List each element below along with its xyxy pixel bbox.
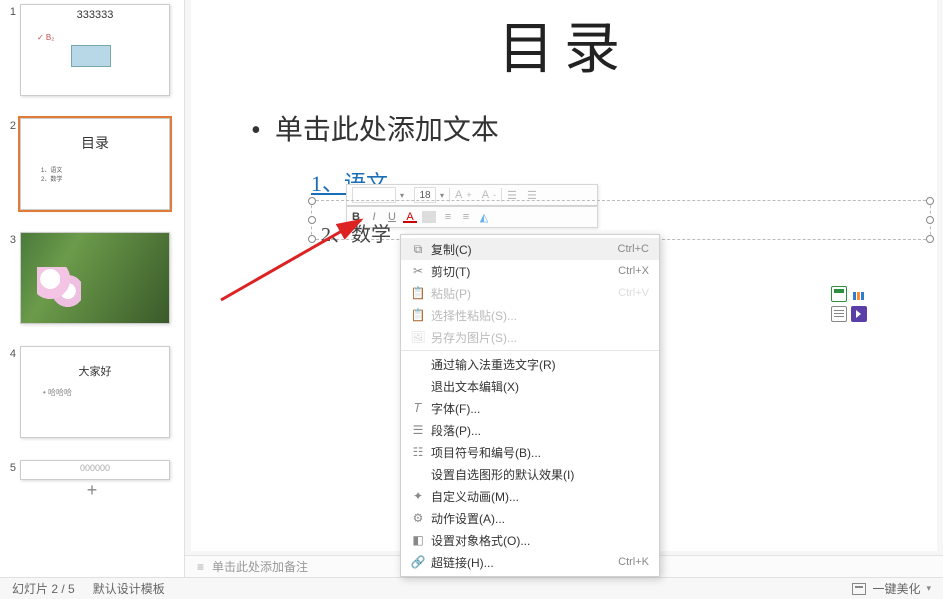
menu-item-label: 设置对象格式(O)...: [427, 532, 649, 549]
menu-item-icon: ⧉: [409, 242, 427, 257]
menu-item-label: 项目符号和编号(B)...: [427, 444, 649, 461]
menu-item-label: 通过输入法重选文字(R): [427, 356, 649, 373]
thumb-title: 000000: [21, 463, 169, 473]
context-menu-item[interactable]: ☷项目符号和编号(B)...: [401, 441, 659, 463]
context-menu-item[interactable]: 退出文本编辑(X): [401, 375, 659, 397]
thumb-sub: • 哈哈哈: [43, 387, 72, 398]
menu-item-label: 另存为图片(S)...: [427, 329, 649, 346]
resize-handle[interactable]: [926, 235, 934, 243]
context-menu-item[interactable]: ✂剪切(T)Ctrl+X: [401, 260, 659, 282]
menu-item-label: 复制(C): [427, 241, 618, 258]
insert-table-icon[interactable]: [831, 286, 847, 302]
menu-item-icon: ⚙: [409, 511, 427, 525]
insert-text-icon[interactable]: [831, 306, 847, 322]
resize-handle[interactable]: [926, 216, 934, 224]
menu-item-icon: 🖼: [409, 330, 427, 344]
resize-handle[interactable]: [308, 197, 316, 205]
notes-placeholder[interactable]: 单击此处添加备注: [212, 558, 308, 575]
menu-item-shortcut: Ctrl+K: [618, 556, 649, 568]
context-menu-item: 📋选择性粘贴(S)...: [401, 304, 659, 326]
menu-item-shortcut: Ctrl+X: [618, 265, 649, 277]
textbox-line-2[interactable]: 2、数学: [321, 218, 391, 247]
menu-item-label: 选择性粘贴(S)...: [427, 307, 649, 324]
slide-counter: 幻灯片 2 / 5: [12, 580, 75, 597]
thumb-title: 333333: [21, 9, 169, 21]
menu-item-icon: 🔗: [409, 555, 427, 569]
thumbnail-index: 2: [4, 118, 16, 132]
thumb-title: 大家好: [21, 363, 169, 379]
slide-thumbnails-panel[interactable]: 1 333333 ✓ B₂ 2 目录 1、语文 2、数学 3: [0, 0, 185, 577]
resize-handle[interactable]: [308, 235, 316, 243]
menu-item-label: 设置自选图形的默认效果(I): [427, 466, 649, 483]
thumb-line: 2、数学: [41, 174, 62, 183]
thumb-line: 1、语文: [41, 165, 62, 174]
notes-collapse-icon[interactable]: ≡: [197, 560, 204, 574]
menu-item-label: 字体(F)...: [427, 400, 649, 417]
resize-handle[interactable]: [308, 216, 316, 224]
context-menu-item[interactable]: ☰段落(P)...: [401, 419, 659, 441]
menu-item-shortcut: Ctrl+C: [618, 243, 649, 255]
menu-item-icon: 📋: [409, 308, 427, 322]
context-menu-item[interactable]: ⚙动作设置(A)...: [401, 507, 659, 529]
menu-item-label: 段落(P)...: [427, 422, 649, 439]
context-menu-item: 🖼另存为图片(S)...: [401, 326, 659, 348]
thumbnail-index: 5: [4, 460, 16, 474]
insert-chart-icon[interactable]: [851, 286, 867, 302]
insert-media-icon[interactable]: [851, 306, 867, 322]
thumb-title: 目录: [21, 133, 169, 153]
thumbnail-1[interactable]: 1 333333 ✓ B₂: [0, 4, 184, 96]
menu-item-icon: ✦: [409, 489, 427, 503]
template-name: 默认设计模板: [93, 580, 165, 597]
thumbnail-index: 1: [4, 4, 16, 18]
chevron-down-icon: ▾: [400, 191, 404, 200]
menu-item-icon: 𝑇: [409, 401, 427, 416]
chevron-down-icon: ▾: [440, 191, 444, 200]
context-menu-item[interactable]: 𝑇字体(F)...: [401, 397, 659, 419]
context-menu-item: 📋粘贴(P)Ctrl+V: [401, 282, 659, 304]
content-placeholder[interactable]: 单击此处添加文本: [251, 108, 499, 148]
context-menu[interactable]: ⧉复制(C)Ctrl+C✂剪切(T)Ctrl+X📋粘贴(P)Ctrl+V📋选择性…: [400, 234, 660, 577]
add-slide-button[interactable]: +: [0, 476, 184, 504]
menu-item-icon: ☰: [409, 423, 427, 437]
menu-item-label: 超链接(H)...: [427, 554, 618, 571]
menu-item-shortcut: Ctrl+V: [618, 287, 649, 299]
context-menu-item[interactable]: 通过输入法重选文字(R): [401, 353, 659, 375]
menu-item-label: 自定义动画(M)...: [427, 488, 649, 505]
chevron-down-icon: ▾: [926, 583, 931, 594]
beautify-button[interactable]: 一键美化: [872, 580, 920, 597]
menu-item-label: 动作设置(A)...: [427, 510, 649, 527]
thumb-shape: [71, 45, 111, 67]
thumbnail-index: 3: [4, 232, 16, 246]
status-bar: 幻灯片 2 / 5 默认设计模板 一键美化 ▾: [0, 577, 943, 599]
context-menu-item[interactable]: ✦自定义动画(M)...: [401, 485, 659, 507]
resize-handle[interactable]: [926, 197, 934, 205]
menu-item-icon: ☷: [409, 445, 427, 459]
context-menu-item[interactable]: ◧设置对象格式(O)...: [401, 529, 659, 551]
menu-item-icon: ✂: [409, 264, 427, 278]
menu-item-icon: 📋: [409, 286, 427, 300]
thumbnail-3[interactable]: 3: [0, 232, 184, 324]
context-menu-item[interactable]: 🔗超链接(H)...Ctrl+K: [401, 551, 659, 573]
beautify-icon[interactable]: [852, 583, 866, 595]
thumbnail-index: 4: [4, 346, 16, 360]
slide-title[interactable]: 目录: [191, 4, 937, 85]
menu-item-label: 退出文本编辑(X): [427, 378, 649, 395]
thumbnail-4[interactable]: 4 大家好 • 哈哈哈: [0, 346, 184, 438]
thumb-image: [20, 232, 170, 324]
thumb-sublabel: ✓ B₂: [37, 33, 54, 42]
context-menu-item[interactable]: 设置自选图形的默认效果(I): [401, 463, 659, 485]
menu-item-label: 粘贴(P): [427, 285, 618, 302]
menu-item-label: 剪切(T): [427, 263, 618, 280]
thumbnail-2[interactable]: 2 目录 1、语文 2、数学: [0, 118, 184, 210]
context-menu-item[interactable]: ⧉复制(C)Ctrl+C: [401, 238, 659, 260]
thumbnail-5[interactable]: 5 000000: [0, 460, 184, 480]
menu-item-icon: ◧: [409, 533, 427, 547]
